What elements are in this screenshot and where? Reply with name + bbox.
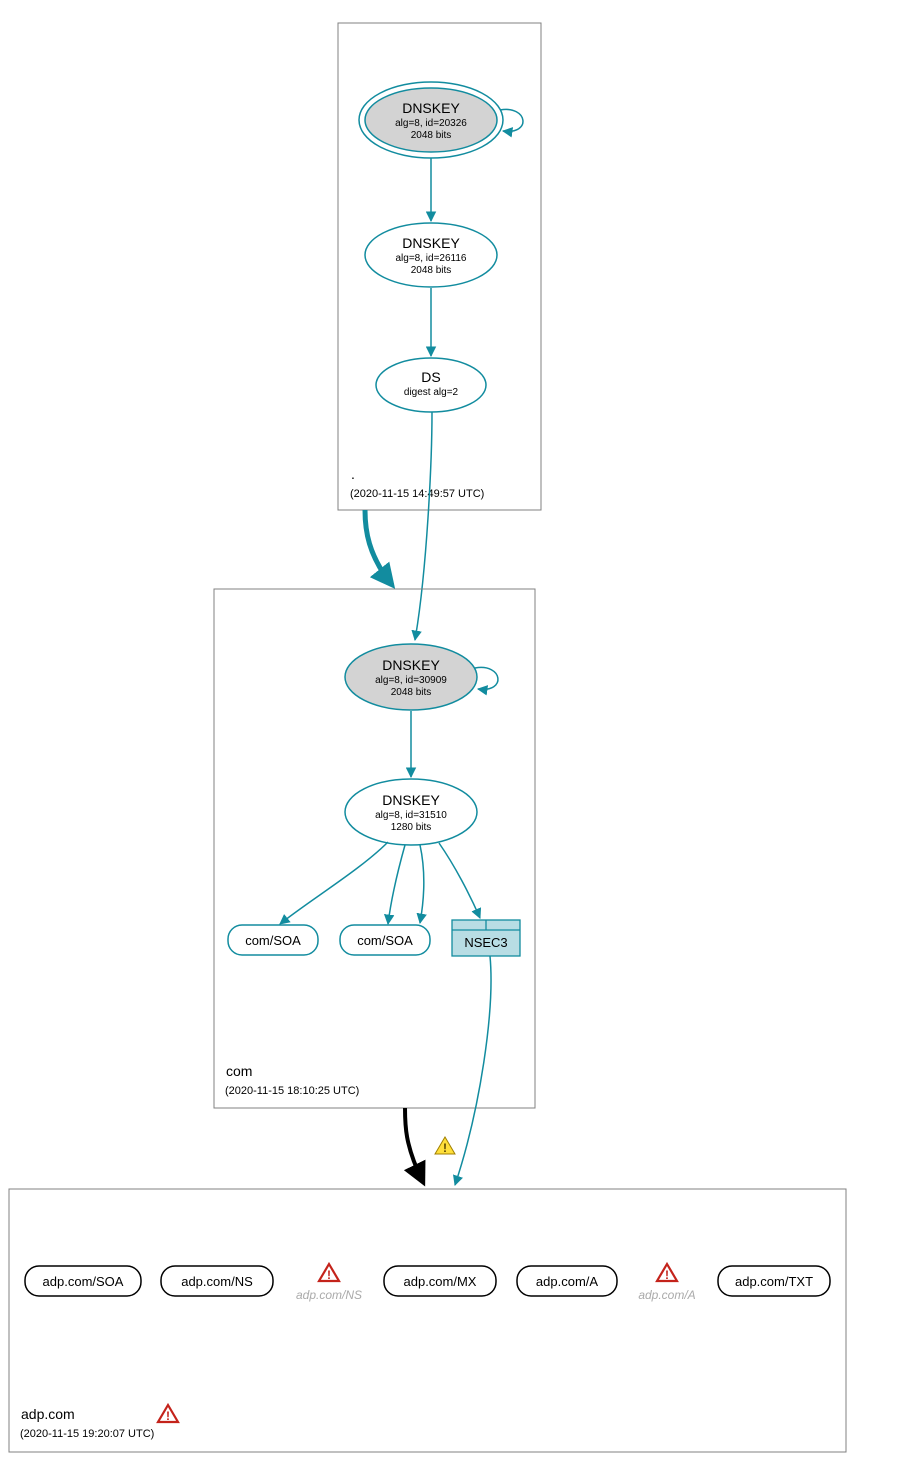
edge-self-loop	[475, 667, 498, 689]
node-label: adp.com/A	[536, 1274, 598, 1289]
edge-zone-cut	[365, 510, 392, 585]
edge	[388, 845, 405, 924]
edge	[420, 845, 424, 923]
node-com-soa1: com/SOA	[228, 925, 318, 955]
node-label: adp.com/TXT	[735, 1274, 813, 1289]
node-root-ksk: DNSKEY alg=8, id=20326 2048 bits	[359, 82, 503, 158]
node-sub: 2048 bits	[391, 687, 432, 698]
node-title: DNSKEY	[402, 100, 460, 116]
node-label: adp.com/NS	[296, 1288, 362, 1302]
edge	[415, 412, 432, 640]
node-sub: 1280 bits	[391, 822, 432, 833]
edge-zone-cut	[405, 1108, 422, 1180]
node-label: com/SOA	[245, 933, 301, 948]
node-sub: alg=8, id=20326	[395, 118, 467, 129]
warning-icon	[435, 1137, 455, 1155]
node-adp-mx: adp.com/MX	[384, 1266, 496, 1296]
node-root-zsk: DNSKEY alg=8, id=26116 2048 bits	[365, 223, 497, 287]
zone-com: com (2020-11-15 18:10:25 UTC) DNSKEY alg…	[214, 589, 535, 1108]
zone-label: adp.com	[21, 1406, 75, 1422]
node-adp-soa: adp.com/SOA	[25, 1266, 141, 1296]
node-label: adp.com/A	[638, 1288, 695, 1302]
node-adp-a-error: adp.com/A	[638, 1264, 695, 1302]
node-title: DNSKEY	[402, 235, 460, 251]
dnssec-diagram: ! ! . (2020-11-15 14:49:57 UTC) DNSKEY a…	[0, 0, 909, 1477]
node-sub: 2048 bits	[411, 130, 452, 141]
node-adp-a: adp.com/A	[517, 1266, 617, 1296]
zone-label: com	[226, 1063, 252, 1079]
node-adp-ns-error: adp.com/NS	[296, 1264, 362, 1302]
zone-timestamp: (2020-11-15 14:49:57 UTC)	[350, 488, 484, 500]
zone-root: . (2020-11-15 14:49:57 UTC) DNSKEY alg=8…	[338, 23, 541, 510]
node-title: DNSKEY	[382, 657, 440, 673]
zone-timestamp: (2020-11-15 18:10:25 UTC)	[225, 1085, 359, 1097]
zone-label: .	[351, 466, 355, 482]
node-title: DNSKEY	[382, 792, 440, 808]
edge	[439, 843, 480, 918]
node-adp-txt: adp.com/TXT	[718, 1266, 830, 1296]
node-label: adp.com/NS	[181, 1274, 253, 1289]
node-title: DS	[421, 369, 440, 385]
node-com-zsk: DNSKEY alg=8, id=31510 1280 bits	[345, 779, 477, 845]
node-sub: alg=8, id=26116	[396, 253, 467, 264]
error-icon	[158, 1405, 178, 1423]
node-label: com/SOA	[357, 933, 413, 948]
node-label: NSEC3	[464, 935, 507, 950]
node-label: adp.com/MX	[404, 1274, 477, 1289]
node-com-soa2: com/SOA	[340, 925, 430, 955]
node-com-ksk: DNSKEY alg=8, id=30909 2048 bits	[345, 644, 477, 710]
node-sub: digest alg=2	[404, 387, 459, 398]
node-label: adp.com/SOA	[43, 1274, 124, 1289]
node-sub: alg=8, id=30909	[375, 675, 447, 686]
edge	[455, 956, 491, 1185]
node-root-ds: DS digest alg=2	[376, 358, 486, 412]
node-sub: 2048 bits	[411, 265, 452, 276]
node-adp-ns: adp.com/NS	[161, 1266, 273, 1296]
node-com-nsec3: NSEC3	[452, 920, 520, 956]
edge	[280, 842, 388, 924]
zone-adp: adp.com (2020-11-15 19:20:07 UTC) adp.co…	[9, 1189, 846, 1452]
zone-timestamp: (2020-11-15 19:20:07 UTC)	[20, 1428, 154, 1440]
node-sub: alg=8, id=31510	[375, 810, 447, 821]
